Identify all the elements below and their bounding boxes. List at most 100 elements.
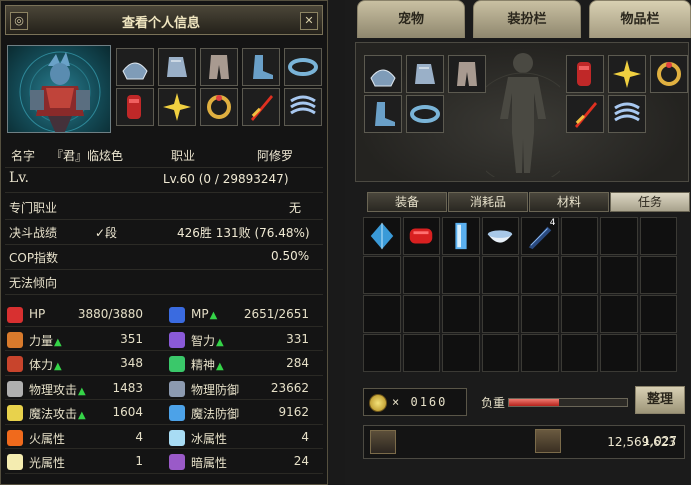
close-button[interactable]: ✕	[300, 12, 318, 30]
fire-icon	[7, 429, 23, 446]
inventory-slot[interactable]	[600, 334, 638, 372]
job-label: 职业	[171, 149, 196, 163]
stat-value: 2651/2651	[243, 307, 309, 321]
inventory-slot[interactable]	[481, 334, 519, 372]
stat-label: 暗属性	[191, 456, 228, 470]
boots-icon	[375, 102, 395, 126]
duel-label: 决斗战绩	[9, 226, 58, 240]
doll-equipment-slot[interactable]	[566, 55, 604, 93]
subtab-3[interactable]: 任务	[610, 192, 690, 212]
inventory-slot[interactable]	[600, 217, 638, 255]
red-sword-icon	[251, 95, 273, 121]
stat-label: 体力▲	[29, 358, 62, 372]
tab-avatar[interactable]: 装扮栏	[473, 0, 581, 38]
inventory-slot[interactable]	[639, 256, 677, 294]
inventory-slot[interactable]	[363, 256, 401, 294]
cera-amount: 1,027	[642, 434, 677, 448]
star-ornament-icon	[613, 60, 641, 88]
inventory-slot[interactable]	[481, 295, 519, 333]
doll-equipment-slot[interactable]	[364, 95, 402, 133]
equipment-slot[interactable]	[284, 88, 322, 126]
inventory-slot[interactable]	[442, 295, 480, 333]
doll-equipment-slot[interactable]	[364, 55, 402, 93]
equipment-slot[interactable]	[242, 88, 280, 126]
inventory-slot[interactable]	[639, 334, 677, 372]
stat-value: 4	[135, 429, 143, 444]
strength-icon	[7, 331, 23, 348]
doll-equipment-slot[interactable]	[566, 95, 604, 133]
inventory-slot[interactable]	[600, 256, 638, 294]
red-sword-icon	[575, 102, 597, 128]
doll-equipment-slot[interactable]	[406, 95, 444, 133]
doll-equipment-slot[interactable]	[650, 55, 688, 93]
inventory-slot[interactable]	[560, 334, 598, 372]
inventory-slot[interactable]	[402, 334, 440, 372]
stat-row: 力量▲ 351 智力▲ 331	[5, 327, 323, 351]
equipment-slot[interactable]	[116, 88, 154, 126]
subtab-0[interactable]: 装备	[367, 192, 447, 212]
sort-button[interactable]: 整理	[635, 386, 685, 414]
special-job-value: 无	[289, 201, 302, 215]
inventory-slot[interactable]	[639, 295, 677, 333]
level-label: Lv.	[9, 170, 29, 186]
item-count: 4	[549, 218, 556, 228]
stat-label: 光属性	[29, 456, 66, 470]
inventory-slot[interactable]	[442, 334, 480, 372]
inventory-slot[interactable]	[481, 256, 519, 294]
doll-equipment-slot[interactable]	[406, 55, 444, 93]
inventory-slot[interactable]	[442, 217, 480, 255]
inventory-slot[interactable]	[560, 217, 598, 255]
inventory-slot[interactable]	[481, 217, 519, 255]
subtab-2[interactable]: 材料	[529, 192, 609, 212]
doll-equipment-slot[interactable]	[608, 95, 646, 133]
equipment-slot[interactable]	[116, 48, 154, 86]
heart-icon	[7, 307, 23, 323]
doll-slots-right	[566, 55, 690, 133]
equipment-slot[interactable]	[242, 48, 280, 86]
cop-value: 0.50%	[271, 249, 310, 263]
equipment-slot[interactable]	[158, 48, 196, 86]
inventory-slot[interactable]	[521, 295, 559, 333]
pants-icon	[209, 55, 229, 79]
inventory-slot[interactable]	[521, 334, 559, 372]
equipment-slot[interactable]	[200, 48, 238, 86]
inventory-slot[interactable]	[363, 334, 401, 372]
inventory-grid: 4	[363, 217, 678, 372]
inventory-slot[interactable]	[402, 256, 440, 294]
character-name: 『君』临炫色	[51, 149, 124, 163]
inventory-slot[interactable]	[600, 295, 638, 333]
doll-equipment-slot[interactable]	[608, 55, 646, 93]
magic-attack-icon	[7, 405, 23, 421]
equipment-slot[interactable]	[200, 88, 238, 126]
inventory-slot[interactable]	[402, 217, 440, 255]
ice-pillar-icon	[455, 222, 467, 250]
equipment-slot[interactable]	[158, 88, 196, 126]
character-portrait	[7, 45, 111, 133]
inventory-slot[interactable]: 4	[521, 217, 559, 255]
inventory-slot[interactable]	[521, 256, 559, 294]
inventory-panel: 宠物 装扮栏 物品栏 装备 消耗品 材料 任务 4 × 0160 负重 整理 12,5…	[345, 0, 691, 485]
job-value: 阿修罗	[257, 149, 294, 163]
inventory-slot[interactable]	[363, 217, 401, 255]
stat-row: 光属性 1 暗属性 24	[5, 449, 323, 474]
equipment-slot[interactable]	[284, 48, 322, 86]
vitality-icon	[7, 356, 23, 372]
window-title: 查看个人信息	[121, 16, 200, 31]
shoulder-armor-icon	[370, 69, 396, 87]
info-row-duel: 决斗战绩 ✓段 426胜 131败 (76.48%)	[5, 220, 323, 245]
title-bar[interactable]: ◎ 查看个人信息 ✕	[5, 5, 323, 35]
inventory-slot[interactable]	[442, 256, 480, 294]
tab-items[interactable]: 物品栏	[589, 0, 691, 38]
inventory-slot[interactable]	[639, 217, 677, 255]
stat-value: 4	[301, 429, 309, 444]
weight-bar	[508, 398, 628, 407]
inventory-slot[interactable]	[560, 256, 598, 294]
tab-pet[interactable]: 宠物	[357, 0, 465, 38]
subtab-1[interactable]: 消耗品	[448, 192, 528, 212]
red-scroll-icon	[410, 228, 433, 244]
doll-equipment-slot[interactable]	[448, 55, 486, 93]
weight-fill	[509, 399, 559, 406]
inventory-slot[interactable]	[363, 295, 401, 333]
inventory-slot[interactable]	[402, 295, 440, 333]
inventory-slot[interactable]	[560, 295, 598, 333]
